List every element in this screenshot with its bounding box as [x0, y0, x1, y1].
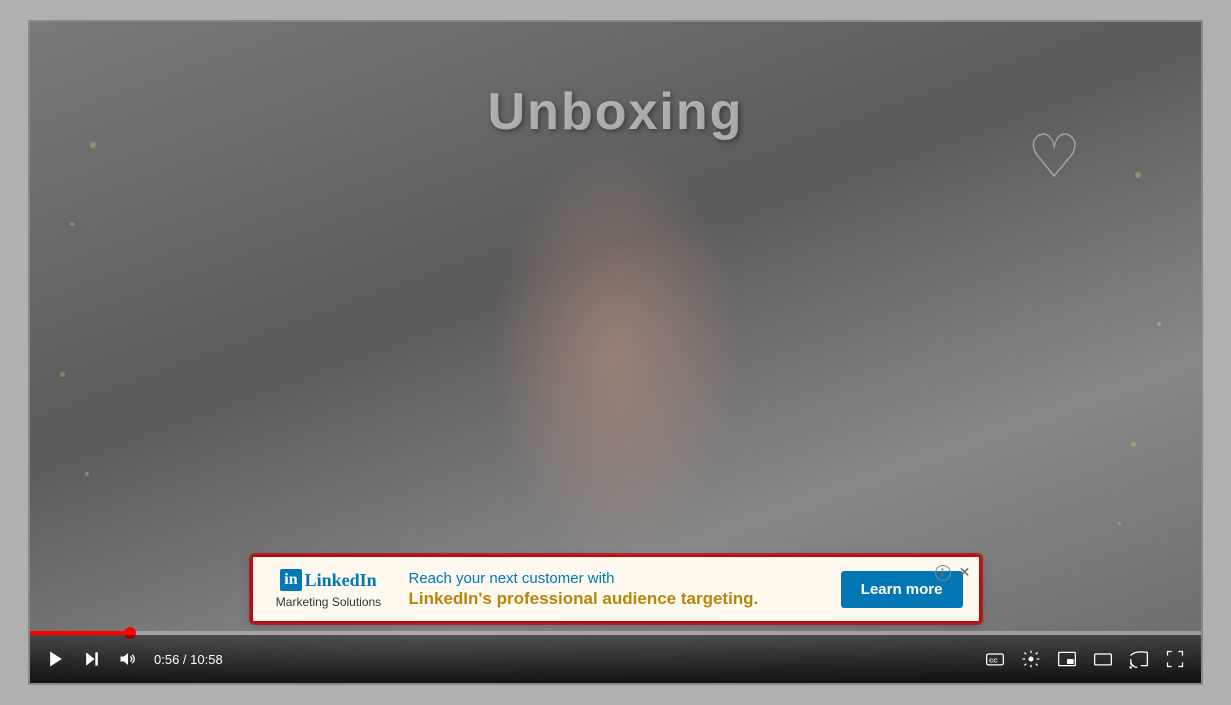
- settings-icon: [1021, 649, 1041, 669]
- svg-text:CC: CC: [989, 658, 998, 664]
- cast-button[interactable]: [1125, 645, 1153, 673]
- play-button[interactable]: [42, 645, 70, 673]
- theater-button[interactable]: [1089, 645, 1117, 673]
- miniplayer-icon: [1057, 649, 1077, 669]
- person-silhouette: [416, 102, 816, 602]
- ad-overlay: ℹ ✕ in LinkedIn Marketing Solutions Reac…: [251, 555, 981, 623]
- video-player: Unboxing ♡ 0:56: [28, 20, 1203, 685]
- miniplayer-button[interactable]: [1053, 645, 1081, 673]
- linkedin-in-badge: in: [280, 569, 301, 591]
- ad-info-button[interactable]: ℹ: [935, 565, 951, 581]
- settings-button[interactable]: [1017, 645, 1045, 673]
- ad-content: Reach your next customer with LinkedIn's…: [409, 570, 821, 609]
- ad-logo-subtitle: Marketing Solutions: [276, 595, 381, 609]
- cast-icon: [1129, 649, 1149, 669]
- cc-icon: CC: [985, 649, 1005, 669]
- volume-icon: [118, 649, 138, 669]
- fullscreen-icon: [1165, 649, 1185, 669]
- time-display: 0:56 / 10:58: [154, 652, 223, 667]
- next-button[interactable]: [78, 645, 106, 673]
- ad-close-button[interactable]: ✕: [959, 565, 971, 579]
- play-icon: [46, 649, 66, 669]
- right-controls: CC: [981, 645, 1189, 673]
- theater-icon: [1093, 649, 1113, 669]
- volume-button[interactable]: [114, 645, 142, 673]
- cc-button[interactable]: CC: [981, 645, 1009, 673]
- ad-body: LinkedIn's professional audience targeti…: [409, 589, 821, 609]
- heart-decoration: ♡: [1027, 122, 1081, 192]
- controls-bar: 0:56 / 10:58 CC: [30, 635, 1201, 683]
- linkedin-logo: in LinkedIn: [280, 569, 376, 591]
- next-icon: [82, 649, 102, 669]
- ad-headline: Reach your next customer with: [409, 570, 821, 587]
- ad-logo-area: in LinkedIn Marketing Solutions: [269, 569, 389, 609]
- fullscreen-button[interactable]: [1161, 645, 1189, 673]
- linkedin-brand-name: LinkedIn: [305, 570, 377, 591]
